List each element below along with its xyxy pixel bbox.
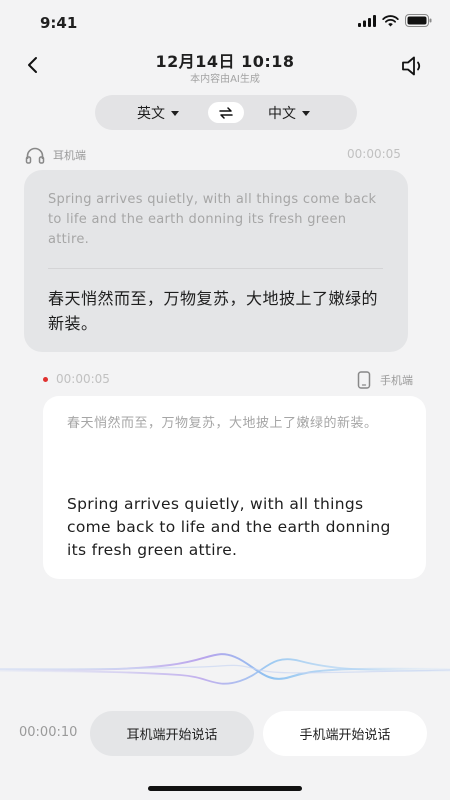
status-bar: 9:41	[0, 0, 450, 44]
earphone-message-meta: 耳机端	[25, 146, 86, 164]
phone-message-card[interactable]: 春天悄然而至，万物复苏，大地披上了嫩绿的新装。 Spring arrives q…	[43, 396, 426, 579]
header: 12月14日 10:18 本内容由AI生成	[0, 44, 450, 88]
phone-message-meta: 00:00:05	[43, 372, 110, 386]
status-time: 9:41	[40, 14, 78, 32]
swap-arrows-icon	[219, 106, 233, 119]
phone-translated-text: Spring arrives quietly, with all things …	[67, 495, 391, 559]
card-divider	[48, 268, 383, 269]
speaker-icon	[402, 56, 421, 76]
earphone-translated-text: 春天悄然而至，万物复苏，大地披上了嫩绿的新装。	[48, 289, 379, 333]
phone-original-text: 春天悄然而至，万物复苏，大地披上了嫩绿的新装。	[67, 416, 378, 431]
ai-generated-note: 本内容由AI生成	[190, 74, 260, 85]
phone-device-meta: 手机端	[356, 371, 413, 389]
phone-start-speaking-button[interactable]: 手机端开始说话	[263, 711, 427, 756]
cellular-signal-icon	[358, 14, 376, 27]
earphone-start-speaking-button[interactable]: 耳机端开始说话	[90, 711, 254, 756]
source-language-select[interactable]: 英文	[137, 103, 179, 123]
target-language-select[interactable]: 中文	[268, 103, 310, 123]
earphone-original-text: Spring arrives quietly, with all things …	[48, 192, 377, 247]
voice-waveform	[0, 653, 450, 685]
phone-device-label: 手机端	[380, 374, 413, 387]
elapsed-time: 00:00:10	[19, 725, 78, 740]
earphone-device-label: 耳机端	[53, 149, 86, 162]
phone-duration: 00:00:05	[56, 372, 110, 386]
caret-down-icon	[302, 110, 310, 116]
caret-down-icon	[171, 110, 179, 116]
wifi-icon	[382, 14, 399, 26]
page-title: 12月14日 10:18	[155, 52, 295, 71]
recording-dot	[43, 376, 48, 382]
source-language-label: 英文	[137, 106, 165, 122]
swap-language-button[interactable]	[208, 102, 244, 123]
headphones-icon	[25, 147, 45, 164]
battery-icon	[405, 14, 432, 27]
phone-icon	[357, 371, 371, 389]
translation-screen: 9:41 12月14日 10:18 本内容由AI生成 英文 中文 耳机端 00:…	[0, 0, 450, 800]
earphone-message-card[interactable]: Spring arrives quietly, with all things …	[24, 170, 408, 352]
speaker-button[interactable]	[400, 54, 426, 78]
target-language-label: 中文	[268, 106, 296, 122]
earphone-duration: 00:00:05	[347, 147, 401, 161]
language-switch: 英文 中文	[95, 95, 357, 130]
status-icons	[358, 14, 432, 27]
home-indicator	[148, 786, 302, 791]
